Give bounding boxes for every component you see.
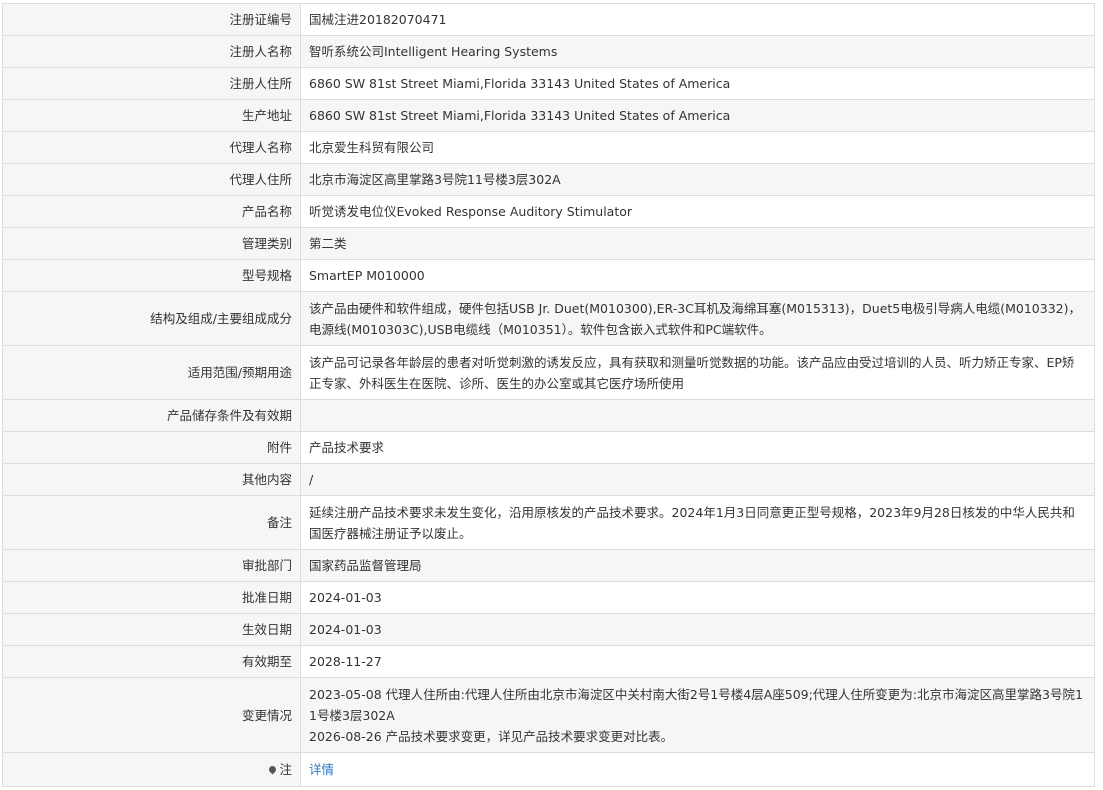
label-storage-conditions: 产品储存条件及有效期 [2,399,301,432]
location-pin-icon [268,764,278,775]
label-note: 注 [2,752,301,787]
label-other-content: 其他内容 [2,463,301,496]
row-structure-composition: 结构及组成/主要组成成分 该产品由硬件和软件组成，硬件包括USB Jr. Due… [2,291,1095,346]
value-registrant-name: 智听系统公司Intelligent Hearing Systems [300,35,1095,68]
change-entry: 2026-08-26 产品技术要求变更，详见产品技术要求变更对比表。 [309,728,674,744]
value-intended-use: 该产品可记录各年龄层的患者对听觉刺激的诱发反应，具有获取和测量听觉数据的功能。该… [300,345,1095,400]
row-storage-conditions: 产品储存条件及有效期 [2,399,1095,432]
label-approval-date: 批准日期 [2,581,301,614]
row-other-content: 其他内容 / [2,463,1095,496]
label-remarks: 备注 [2,495,301,550]
value-valid-until: 2028-11-27 [300,645,1095,678]
label-registration-number: 注册证编号 [2,3,301,36]
row-production-address: 生产地址 6860 SW 81st Street Miami,Florida 3… [2,99,1095,132]
label-effective-date: 生效日期 [2,613,301,646]
label-intended-use: 适用范围/预期用途 [2,345,301,400]
row-approval-department: 审批部门 国家药品监督管理局 [2,549,1095,582]
value-note: 详情 [300,752,1095,787]
label-approval-department: 审批部门 [2,549,301,582]
row-management-category: 管理类别 第二类 [2,227,1095,260]
row-note: 注 详情 [2,752,1095,787]
change-entry: 2023-05-08 代理人住所由:代理人住所由北京市海淀区中关村南大街2号1号… [309,686,1083,723]
value-model-spec: SmartEP M010000 [300,259,1095,292]
value-agent-name: 北京爱生科贸有限公司 [300,131,1095,164]
value-storage-conditions [300,399,1095,432]
value-approval-date: 2024-01-03 [300,581,1095,614]
value-remarks: 延续注册产品技术要求未发生变化，沿用原核发的产品技术要求。2024年1月3日同意… [300,495,1095,550]
label-registrant-address: 注册人住所 [2,67,301,100]
value-structure-composition: 该产品由硬件和软件组成，硬件包括USB Jr. Duet(M010300),ER… [300,291,1095,346]
label-structure-composition: 结构及组成/主要组成成分 [2,291,301,346]
row-attachment: 附件 产品技术要求 [2,431,1095,464]
value-effective-date: 2024-01-03 [300,613,1095,646]
label-agent-address: 代理人住所 [2,163,301,196]
label-model-spec: 型号规格 [2,259,301,292]
label-valid-until: 有效期至 [2,645,301,678]
value-other-content: / [300,463,1095,496]
row-registrant-address: 注册人住所 6860 SW 81st Street Miami,Florida … [2,67,1095,100]
details-link[interactable]: 详情 [309,762,334,777]
value-product-name: 听觉诱发电位仪Evoked Response Auditory Stimulat… [300,195,1095,228]
value-approval-department: 国家药品监督管理局 [300,549,1095,582]
row-remarks: 备注 延续注册产品技术要求未发生变化，沿用原核发的产品技术要求。2024年1月3… [2,495,1095,550]
row-valid-until: 有效期至 2028-11-27 [2,645,1095,678]
row-model-spec: 型号规格 SmartEP M010000 [2,259,1095,292]
row-product-name: 产品名称 听觉诱发电位仪Evoked Response Auditory Sti… [2,195,1095,228]
row-registrant-name: 注册人名称 智听系统公司Intelligent Hearing Systems [2,35,1095,68]
row-change-history: 变更情况 2023-05-08 代理人住所由:代理人住所由北京市海淀区中关村南大… [2,677,1095,753]
value-agent-address: 北京市海淀区高里掌路3号院11号楼3层302A [300,163,1095,196]
row-agent-address: 代理人住所 北京市海淀区高里掌路3号院11号楼3层302A [2,163,1095,196]
label-management-category: 管理类别 [2,227,301,260]
value-registrant-address: 6860 SW 81st Street Miami,Florida 33143 … [300,67,1095,100]
value-attachment: 产品技术要求 [300,431,1095,464]
row-registration-number: 注册证编号 国械注进20182070471 [2,3,1095,36]
label-agent-name: 代理人名称 [2,131,301,164]
registration-detail-table-wrap: 注册证编号 国械注进20182070471 注册人名称 智听系统公司Intell… [2,3,1095,787]
label-registrant-name: 注册人名称 [2,35,301,68]
row-effective-date: 生效日期 2024-01-03 [2,613,1095,646]
note-label: 注 [279,762,292,777]
value-management-category: 第二类 [300,227,1095,260]
value-production-address: 6860 SW 81st Street Miami,Florida 33143 … [300,99,1095,132]
label-change-history: 变更情况 [2,677,301,753]
label-production-address: 生产地址 [2,99,301,132]
label-product-name: 产品名称 [2,195,301,228]
value-registration-number: 国械注进20182070471 [300,3,1095,36]
row-intended-use: 适用范围/预期用途 该产品可记录各年龄层的患者对听觉刺激的诱发反应，具有获取和测… [2,345,1095,400]
row-agent-name: 代理人名称 北京爱生科贸有限公司 [2,131,1095,164]
value-change-history: 2023-05-08 代理人住所由:代理人住所由北京市海淀区中关村南大街2号1号… [300,677,1095,753]
row-approval-date: 批准日期 2024-01-03 [2,581,1095,614]
registration-detail-table: 注册证编号 国械注进20182070471 注册人名称 智听系统公司Intell… [2,3,1095,787]
label-attachment: 附件 [2,431,301,464]
